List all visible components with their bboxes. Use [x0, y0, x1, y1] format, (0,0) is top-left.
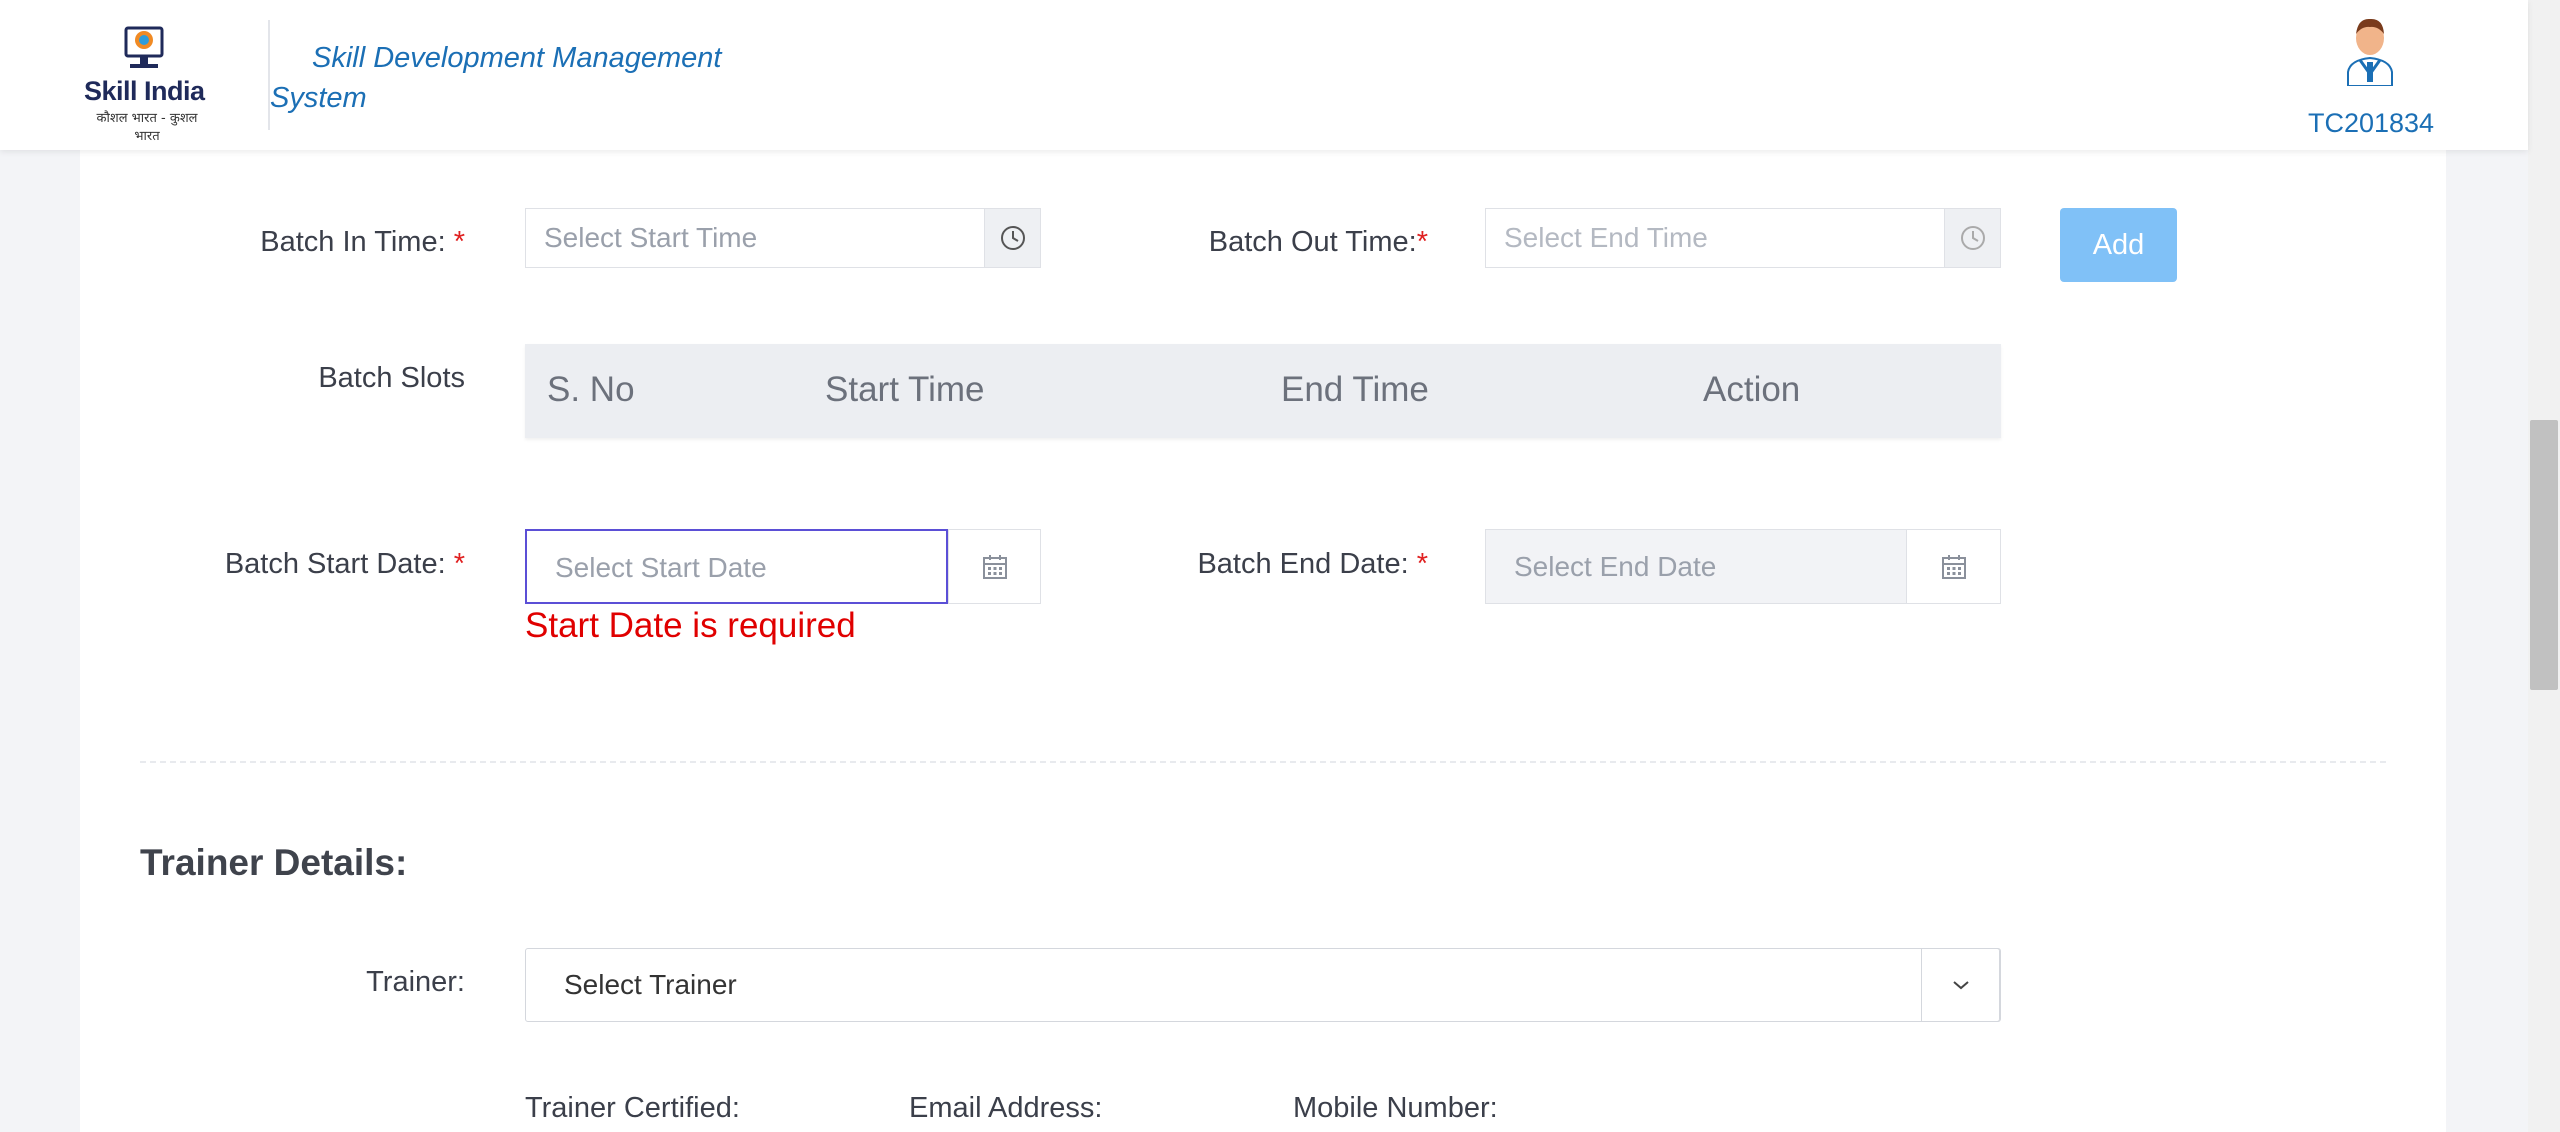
batch-slots-table: S. No Start Time End Time Action	[525, 344, 2001, 438]
page-scrollbar[interactable]	[2528, 0, 2560, 1132]
logo-text: Skill India	[84, 76, 205, 106]
system-title-line1: Skill Development Management	[312, 42, 722, 74]
batch-end-date-label: Batch End Date: *	[1130, 548, 1428, 581]
batch-slots-label: Batch Slots	[318, 362, 465, 394]
trainer-select-value: Select Trainer	[564, 969, 737, 1000]
section-divider	[140, 761, 2386, 763]
chevron-down-icon	[1952, 981, 1969, 990]
clock-icon	[1960, 226, 1985, 250]
trainer-label: Trainer:	[366, 966, 465, 998]
clock-icon	[1000, 226, 1025, 250]
batch-start-date-label: Batch Start Date: *	[180, 548, 465, 581]
start-date-error: Start Date is required	[525, 606, 856, 645]
trainer-details-title: Trainer Details:	[140, 842, 408, 883]
batch-start-date-input[interactable]: Select Start Date	[525, 529, 948, 604]
required-marker: *	[1416, 226, 1428, 258]
column-header-action: Action	[1703, 370, 1801, 409]
trainer-certified-label: Trainer Certified:	[525, 1092, 740, 1124]
required-marker: *	[1416, 548, 1428, 580]
calendar-icon	[1941, 554, 1966, 579]
calendar-icon	[982, 554, 1007, 579]
system-title: Skill Development Management System	[270, 38, 740, 118]
batch-start-date-placeholder: Select Start Date	[555, 552, 767, 583]
email-address-label: Email Address:	[909, 1092, 1103, 1124]
batch-end-date-placeholder: Select End Date	[1514, 551, 1717, 582]
batch-end-date-calendar-button[interactable]	[1906, 529, 2001, 604]
batch-out-time-input[interactable]: Select End Time	[1485, 208, 1945, 268]
batch-in-time-clock-button[interactable]	[984, 208, 1041, 268]
trainer-dropdown-button[interactable]	[1921, 948, 2000, 1022]
mobile-number-label: Mobile Number:	[1293, 1092, 1498, 1124]
skill-india-logo[interactable]: Skill India कौशल भारत - कुशल भारत	[80, 22, 210, 144]
batch-out-time-placeholder: Select End Time	[1504, 222, 1708, 253]
required-marker: *	[453, 548, 465, 580]
scrollbar-thumb[interactable]	[2530, 420, 2558, 690]
batch-in-time-input[interactable]: Select Start Time	[525, 208, 985, 268]
batch-out-time-clock-button[interactable]	[1944, 208, 2001, 268]
batch-in-time-placeholder: Select Start Time	[544, 222, 758, 253]
user-id[interactable]: TC201834	[2288, 108, 2454, 139]
column-header-end-time: End Time	[1281, 370, 1429, 409]
system-title-line2: System	[270, 82, 367, 114]
column-header-sno: S. No	[547, 370, 635, 409]
add-slot-button[interactable]: Add	[2060, 208, 2177, 282]
required-marker: *	[453, 226, 465, 258]
column-header-start-time: Start Time	[825, 370, 985, 409]
logo-emblem-icon	[124, 26, 164, 68]
batch-end-date-label-text: Batch End Date:	[1197, 548, 1417, 580]
batch-in-time-label: Batch In Time: *	[200, 226, 465, 259]
batch-start-date-calendar-button[interactable]	[948, 529, 1041, 604]
user-avatar[interactable]	[2338, 14, 2402, 86]
batch-out-time-label-text: Batch Out Time:	[1208, 226, 1417, 258]
trainer-select[interactable]: Select Trainer	[525, 948, 2001, 1022]
batch-end-date-input[interactable]: Select End Date	[1485, 529, 1907, 604]
batch-in-time-label-text: Batch In Time:	[260, 226, 454, 258]
logo-tagline: कौशल भारत - कुशल भारत	[96, 111, 198, 144]
batch-out-time-label: Batch Out Time:*	[1150, 226, 1428, 259]
app-header: Skill India कौशल भारत - कुशल भारत Skill …	[0, 0, 2528, 150]
batch-start-date-label-text: Batch Start Date:	[224, 548, 454, 580]
